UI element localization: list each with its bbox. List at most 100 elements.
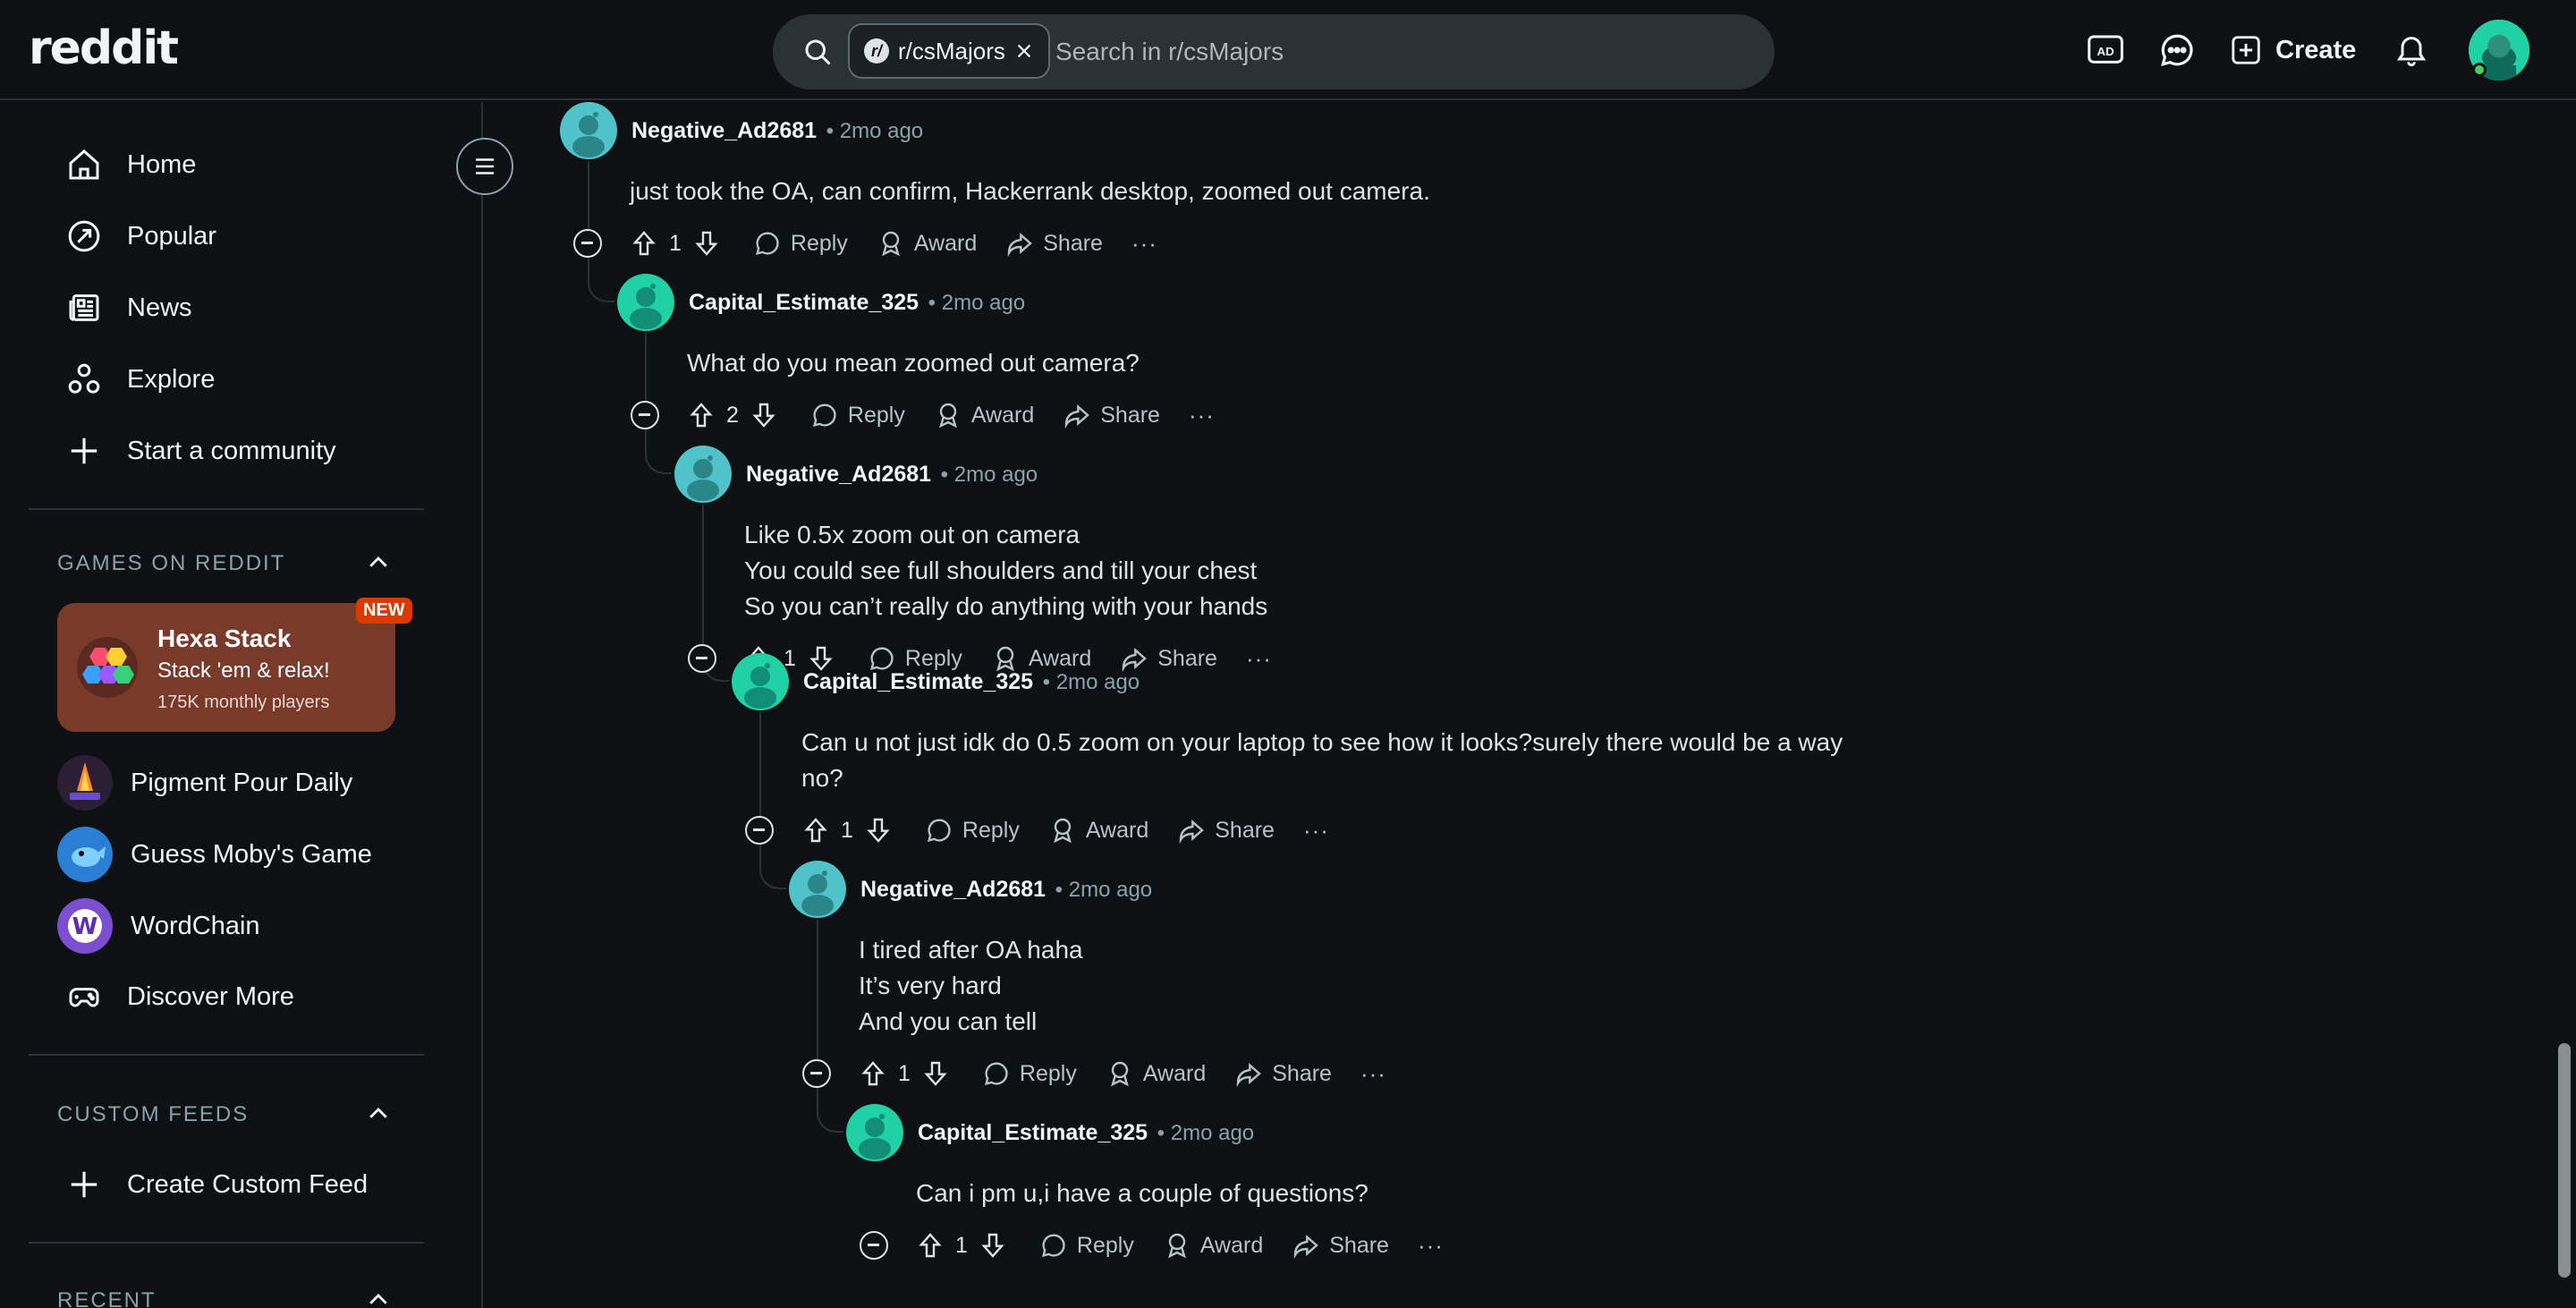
award-button[interactable]: Award	[1106, 1059, 1206, 1088]
reply-button[interactable]: Reply	[1039, 1231, 1134, 1260]
game-item-wordchain[interactable]: W WordChain	[57, 896, 260, 956]
recent-header[interactable]: RECENT	[57, 1288, 157, 1308]
share-button[interactable]: Share	[1177, 816, 1275, 845]
comment-author[interactable]: Capital_Estimate_325	[918, 1120, 1148, 1146]
more-options-button[interactable]: ···	[1303, 817, 1329, 845]
downvote-icon[interactable]	[864, 816, 893, 845]
chevron-up-icon[interactable]	[365, 1100, 392, 1127]
reply-label: Reply	[847, 402, 905, 428]
subreddit-search-chip[interactable]: r/ r/csMajors	[848, 23, 1050, 79]
award-button[interactable]: Award	[877, 229, 977, 258]
comment-body: Can u not just idk do 0.5 zoom on your l…	[801, 728, 1843, 792]
comment-author[interactable]: Capital_Estimate_325	[689, 290, 919, 316]
award-button[interactable]: Award	[934, 401, 1034, 429]
award-icon	[1163, 1231, 1191, 1260]
game-item-pigment-pour[interactable]: Pigment Pour Daily	[57, 753, 352, 812]
more-options-button[interactable]: ···	[1246, 645, 1272, 673]
award-button[interactable]: Award	[1163, 1231, 1263, 1260]
comment-author[interactable]: Negative_Ad2681	[631, 118, 817, 144]
more-options-button[interactable]: ···	[1418, 1232, 1444, 1260]
upvote-icon[interactable]	[630, 229, 658, 258]
gamepad-icon	[64, 977, 104, 1016]
vote-count: 1	[669, 230, 682, 256]
guess-moby-icon	[57, 827, 113, 882]
share-button[interactable]: Share	[1063, 401, 1160, 429]
featured-game-subtitle: Stack 'em & relax!	[157, 658, 330, 683]
collapse-comment-icon[interactable]	[802, 1059, 831, 1088]
page-scrollbar[interactable]	[2553, 102, 2576, 1308]
more-options-button[interactable]: ···	[1189, 402, 1215, 429]
reply-button[interactable]: Reply	[753, 229, 848, 258]
chat-icon[interactable]	[2156, 29, 2199, 72]
comment-actions: 1 Reply Award Share ···	[630, 220, 1186, 267]
nav-home[interactable]: Home	[29, 132, 422, 197]
comment-avatar[interactable]	[846, 1104, 903, 1161]
discover-more-games[interactable]: Discover More	[29, 964, 422, 1029]
comment-avatar[interactable]	[674, 446, 732, 503]
share-icon	[1005, 229, 1034, 258]
chevron-up-icon[interactable]	[365, 1287, 392, 1308]
share-button[interactable]: Share	[1005, 229, 1103, 258]
nav-popular[interactable]: Popular	[29, 204, 422, 268]
hexa-stack-icon	[75, 635, 140, 700]
nav-news[interactable]: News	[29, 276, 422, 340]
comment-timestamp: • 2mo ago	[1037, 670, 1140, 694]
time-text: 2mo ago	[839, 119, 924, 143]
upvote-icon[interactable]	[859, 1059, 887, 1088]
reply-button[interactable]: Reply	[810, 401, 905, 429]
time-text: 2mo ago	[1068, 878, 1153, 902]
reddit-logo[interactable]: reddit	[29, 20, 179, 77]
comment-avatar[interactable]	[732, 653, 789, 710]
more-label: ···	[1131, 229, 1157, 257]
share-button[interactable]: Share	[1120, 644, 1217, 673]
comment-author[interactable]: Negative_Ad2681	[746, 462, 931, 488]
time-text: 2mo ago	[1170, 1121, 1255, 1145]
share-icon	[1177, 816, 1206, 845]
bell-icon[interactable]	[2390, 29, 2433, 72]
nav-explore[interactable]: Explore	[29, 347, 422, 412]
scrollbar-thumb[interactable]	[2558, 1043, 2571, 1278]
comment-avatar[interactable]	[560, 102, 617, 159]
more-options-button[interactable]: ···	[1131, 230, 1157, 258]
game-item-guess-moby[interactable]: Guess Moby's Game	[57, 825, 372, 884]
comment-author[interactable]: Capital_Estimate_325	[803, 669, 1033, 695]
comment-author[interactable]: Negative_Ad2681	[860, 877, 1046, 903]
vote-count: 1	[841, 817, 853, 843]
collapse-comment-icon[interactable]	[631, 401, 659, 429]
nav-news-label: News	[127, 293, 192, 322]
comment-actions: 1 Reply Award Share ···	[859, 1050, 1415, 1097]
upvote-icon[interactable]	[687, 401, 716, 429]
upvote-icon[interactable]	[916, 1231, 945, 1260]
downvote-icon[interactable]	[750, 401, 778, 429]
share-button[interactable]: Share	[1234, 1059, 1332, 1088]
advertise-icon[interactable]: AD	[2084, 29, 2127, 72]
hexa-stack-card[interactable]: Hexa Stack Stack 'em & relax! 175K month…	[57, 603, 395, 732]
reply-button[interactable]: Reply	[925, 816, 1020, 845]
downvote-icon[interactable]	[979, 1231, 1007, 1260]
create-post-button[interactable]: Create	[2229, 27, 2356, 73]
comment-avatar[interactable]	[789, 861, 846, 918]
upvote-icon[interactable]	[801, 816, 830, 845]
games-section-header[interactable]: GAMES ON REDDIT	[57, 551, 285, 576]
svg-text:W: W	[72, 913, 98, 940]
chevron-up-icon[interactable]	[365, 549, 392, 576]
downvote-icon[interactable]	[692, 229, 721, 258]
left-sidebar: Home Popular News Explore Start a commun…	[0, 102, 483, 1308]
more-options-button[interactable]: ···	[1360, 1060, 1386, 1088]
downvote-icon[interactable]	[921, 1059, 950, 1088]
search-bar[interactable]: r/ r/csMajors	[773, 14, 1775, 89]
collapse-comment-icon[interactable]	[745, 816, 774, 845]
reply-button[interactable]: Reply	[982, 1059, 1077, 1088]
comment-avatar[interactable]	[617, 274, 674, 331]
award-button[interactable]: Award	[1048, 816, 1148, 845]
create-custom-feed[interactable]: Create Custom Feed	[29, 1152, 422, 1217]
collapse-comment-icon[interactable]	[688, 644, 716, 673]
thread-line	[588, 161, 589, 276]
nav-start-community[interactable]: Start a community	[29, 419, 422, 483]
close-icon[interactable]	[1014, 41, 1034, 61]
collapse-comment-icon[interactable]	[860, 1231, 888, 1260]
custom-feeds-header[interactable]: CUSTOM FEEDS	[57, 1102, 249, 1127]
share-button[interactable]: Share	[1292, 1231, 1389, 1260]
collapse-comment-icon[interactable]	[573, 229, 602, 258]
search-input[interactable]	[1055, 34, 1735, 70]
